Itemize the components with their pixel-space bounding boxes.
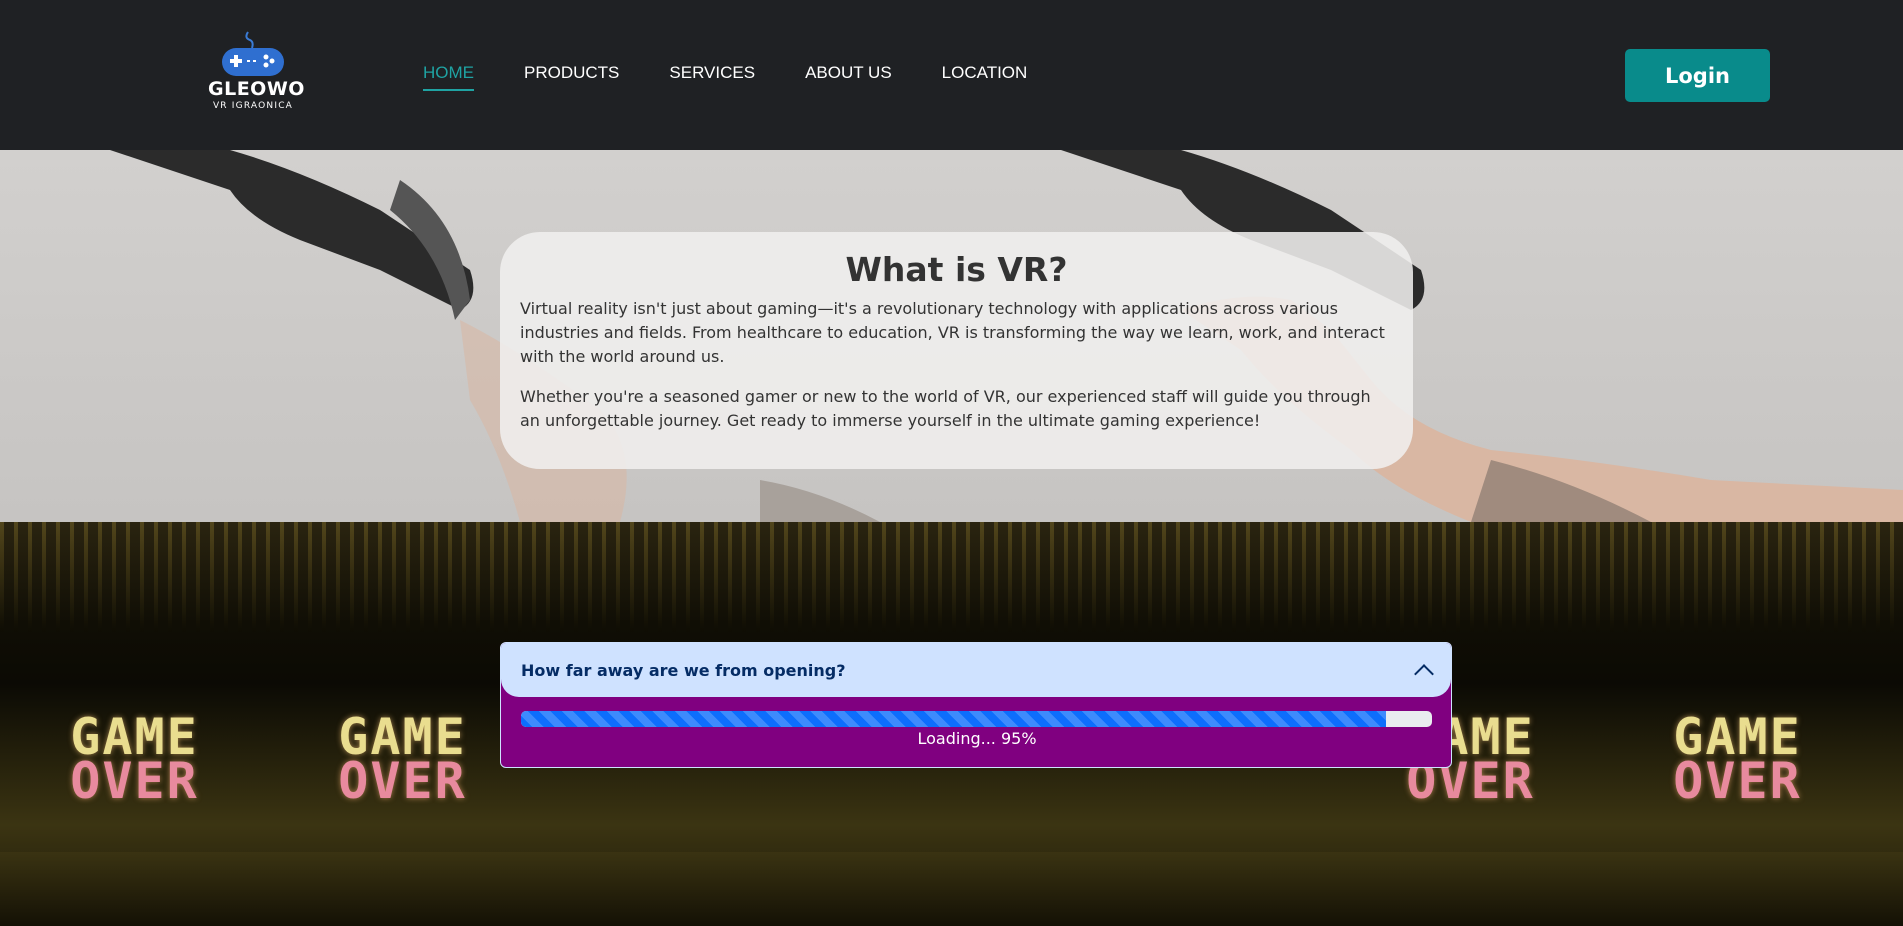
nav-item-services[interactable]: SERVICES [669,63,755,91]
game-over-sign: GAME OVER [338,708,467,810]
card-paragraph-2: Whether you're a seasoned gamer or new t… [520,387,1371,430]
progress-label: Loading... 95% [917,729,1037,748]
brand-logo[interactable]: GLEOWO VR IGRAONICA [208,30,305,114]
accordion-header[interactable]: How far away are we from opening? [501,643,1451,697]
card-paragraph-1: Virtual reality isn't just about gaming—… [520,299,1385,366]
what-is-vr-card: What is VR? Virtual reality isn't just a… [500,232,1413,469]
nav-item-products[interactable]: PRODUCTS [524,63,619,91]
site-header: GLEOWO VR IGRAONICA HOME PRODUCTS SERVIC… [0,0,1903,150]
nav-item-home[interactable]: HOME [423,63,474,91]
game-over-sign: GAME OVER [1673,708,1802,810]
brand-tagline: VR IGRAONICA [212,101,294,111]
card-title: What is VR? [845,250,1068,289]
progress-bar-fill [521,711,1387,727]
accordion-question: How far away are we from opening? [521,660,846,680]
progress-bar [521,711,1432,727]
gamepad-icon [222,31,284,76]
hero-section: What is VR? Virtual reality isn't just a… [0,150,1903,522]
login-button[interactable]: Login [1625,49,1770,102]
game-over-sign: GAME OVER [70,708,199,810]
arcade-floor [0,852,1903,926]
main-nav: HOME PRODUCTS SERVICES ABOUT US LOCATION [423,63,1077,91]
brand-name: GLEOWO [208,78,305,100]
chevron-up-icon[interactable] [1414,664,1434,684]
opening-progress-accordion: How far away are we from opening? Loadin… [500,642,1452,768]
nav-item-location[interactable]: LOCATION [942,63,1028,91]
nav-item-about-us[interactable]: ABOUT US [805,63,892,91]
curtain-texture [0,522,1903,632]
